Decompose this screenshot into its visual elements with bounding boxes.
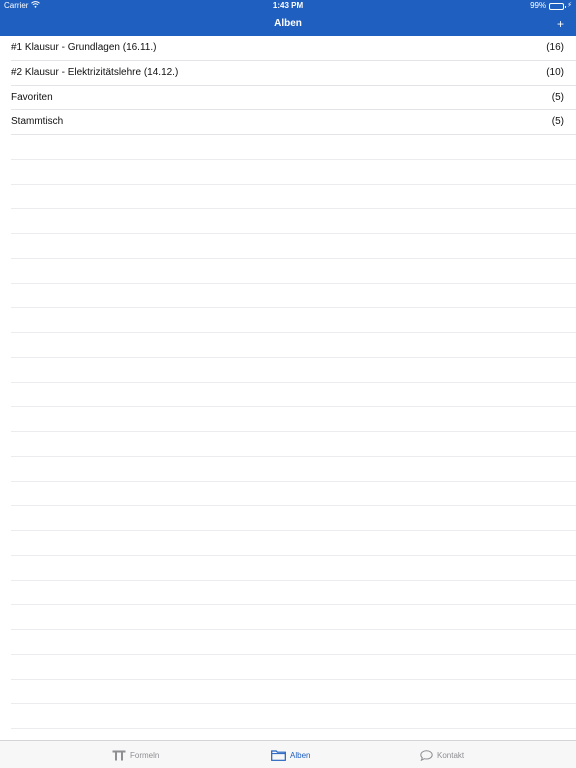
empty-row (11, 506, 576, 531)
add-album-button[interactable]: + (555, 12, 566, 36)
empty-row (11, 160, 576, 185)
battery-icon (549, 2, 567, 10)
empty-row (11, 581, 576, 606)
empty-row (11, 407, 576, 432)
album-count: (10) (546, 66, 564, 78)
empty-row (11, 383, 576, 408)
tab-label: Formeln (130, 750, 160, 760)
charging-icon: ⚡ (567, 2, 572, 9)
empty-row (11, 531, 576, 556)
tab-bar: Formeln Alben Kontakt (0, 740, 576, 768)
status-time: 1:43 PM (272, 1, 304, 10)
pi-icon (112, 750, 126, 761)
album-name: #1 Klausur - Grundlagen (16.11.) (11, 42, 157, 53)
page-title: Alben (274, 18, 302, 29)
album-row[interactable]: #2 Klausur - Elektrizitätslehre (14.12.)… (11, 61, 576, 86)
empty-row (11, 333, 576, 358)
album-row[interactable]: Stammtisch (5) (11, 110, 576, 135)
album-name: Stammtisch (11, 116, 64, 128)
album-count: (16) (546, 42, 564, 53)
album-name: Favoriten (11, 91, 53, 103)
empty-row (11, 704, 576, 729)
empty-row (11, 432, 576, 457)
battery-group: 99% ⚡ (530, 0, 572, 12)
empty-row (11, 655, 576, 680)
empty-row (11, 630, 576, 655)
tab-label: Kontakt (437, 750, 465, 760)
navigation-bar: Alben + (0, 12, 576, 36)
empty-row (11, 259, 576, 284)
empty-row (11, 482, 576, 507)
tab-label: Alben (290, 750, 311, 760)
album-count: (5) (551, 116, 564, 128)
speech-bubble-icon (420, 749, 433, 761)
empty-row (11, 729, 576, 740)
album-row[interactable]: Favoriten (5) (11, 86, 576, 111)
empty-row (11, 556, 576, 581)
album-row[interactable]: #1 Klausur - Grundlagen (16.11.) (16) (11, 36, 576, 61)
empty-row (11, 680, 576, 705)
empty-row (11, 135, 576, 160)
folder-icon (271, 749, 286, 761)
tab-alben[interactable]: Alben (271, 741, 310, 768)
tab-formeln[interactable]: Formeln (112, 741, 159, 768)
tab-kontakt[interactable]: Kontakt (420, 741, 464, 768)
empty-row (11, 308, 576, 333)
status-bar: Carrier 1:43 PM 99% ⚡ (0, 0, 576, 12)
empty-row (11, 209, 576, 234)
empty-row (11, 358, 576, 383)
empty-row (11, 605, 576, 630)
empty-row (11, 284, 576, 309)
album-list: #1 Klausur - Grundlagen (16.11.) (16) #2… (0, 36, 576, 740)
empty-row (11, 234, 576, 259)
battery-percent: 99% (530, 1, 547, 10)
empty-row (11, 185, 576, 210)
album-name: #2 Klausur - Elektrizitätslehre (14.12.) (11, 66, 179, 78)
empty-row (11, 457, 576, 482)
album-count: (5) (551, 91, 564, 103)
